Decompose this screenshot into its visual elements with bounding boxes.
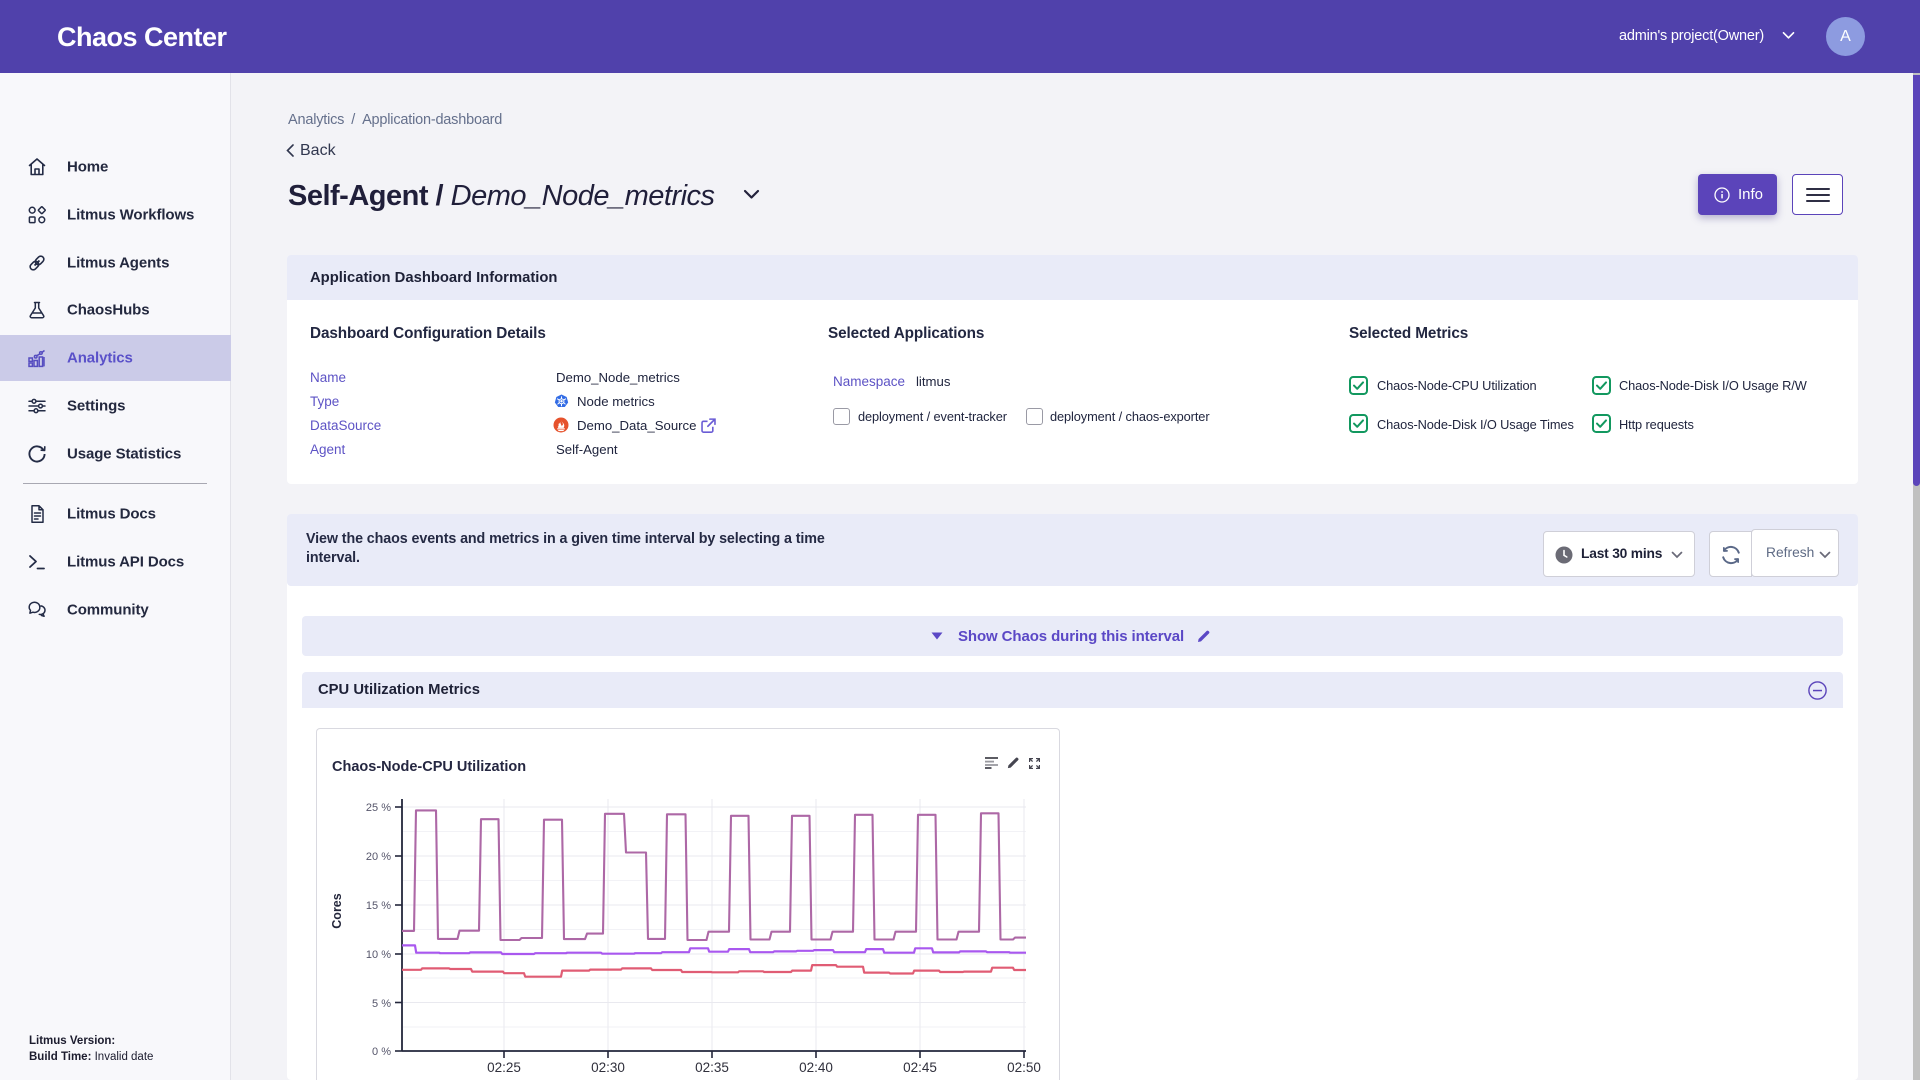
svg-text:Cores: Cores bbox=[330, 893, 344, 928]
svg-text:02:45: 02:45 bbox=[903, 1060, 937, 1075]
svg-text:25 %: 25 % bbox=[366, 802, 391, 814]
svg-text:02:50: 02:50 bbox=[1007, 1060, 1041, 1075]
svg-text:20 %: 20 % bbox=[366, 851, 391, 863]
svg-text:02:25: 02:25 bbox=[487, 1060, 521, 1075]
svg-text:0 %: 0 % bbox=[372, 1046, 391, 1058]
svg-text:02:40: 02:40 bbox=[799, 1060, 833, 1075]
svg-text:02:30: 02:30 bbox=[591, 1060, 625, 1075]
svg-text:10 %: 10 % bbox=[366, 949, 391, 961]
svg-text:02:35: 02:35 bbox=[695, 1060, 729, 1075]
svg-text:15 %: 15 % bbox=[366, 900, 391, 912]
svg-text:5 %: 5 % bbox=[372, 998, 391, 1010]
